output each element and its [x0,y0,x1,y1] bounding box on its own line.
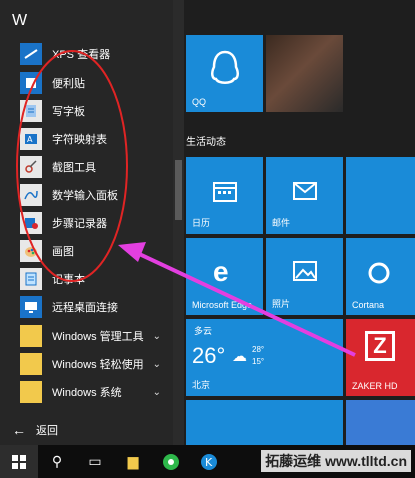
qq-tile[interactable]: QQ [186,35,263,112]
calendar-tile[interactable]: 日历 [186,157,263,234]
calendar-icon [213,182,237,202]
folder-label: Windows 系统 [52,387,122,399]
tile-label: 照片 [272,299,291,309]
scrollbar-thumb[interactable] [175,160,182,220]
app-list: W XPS 查看器 便利贴 写字板 A 字符映射表 截图工具 数学输入面板 步骤… [0,0,173,445]
tile-label: Cortana [352,300,385,310]
weather-low: 15° [252,357,265,366]
app-label: 截图工具 [52,162,96,174]
app-item-wordpad[interactable]: 写字板 [0,97,173,125]
app-label: 步骤记录器 [52,218,107,230]
folder-label: Windows 管理工具 [52,331,144,343]
tile-label: 日历 [192,218,211,228]
app-item-character-map[interactable]: A 字符映射表 [0,125,173,153]
notepad-icon [20,268,42,290]
svg-text:A: A [27,135,33,144]
sticky-notes-icon [20,72,42,94]
photo-tile[interactable] [266,35,343,112]
browser-icon [163,453,179,470]
app-list-scrollbar[interactable] [173,0,184,445]
app-item-steps-recorder[interactable]: 步骤记录器 [0,209,173,237]
start-button[interactable] [0,445,38,478]
folder-icon [20,353,42,375]
app-label: 写字板 [52,106,85,118]
search-button[interactable]: ⚲ [38,445,76,478]
folder-windows-admin-tools[interactable]: Windows 管理工具 ⌄ [0,322,173,350]
app-label: 记事本 [52,274,85,286]
task-view-button[interactable]: ▭ [76,445,114,478]
mail-tile[interactable]: 邮件 [266,157,343,234]
tiles-area: QQ 生活动态 日历 邮件 e Microsoft Edge 照片 Cortan… [184,0,415,445]
zaker-tile[interactable]: Z ZAKER HD [346,319,415,396]
weather-temp: 26° [192,343,226,368]
chevron-down-icon: ⌄ [152,330,161,342]
cloud-icon: ☁ [232,348,247,365]
section-title: 生活动态 [186,137,226,148]
browser-button[interactable] [152,445,190,478]
section-letter[interactable]: W [12,12,27,30]
weather-tile[interactable]: 多云 26° ☁ 28° 15° 北京 [186,319,343,396]
xps-viewer-icon [20,43,42,65]
snipping-tool-icon [20,156,42,178]
chevron-down-icon: ⌄ [152,386,161,398]
app-label: 远程桌面连接 [52,302,118,314]
photos-icon [293,261,317,281]
back-label: 返回 [36,425,58,437]
folder-windows-system[interactable]: Windows 系统 ⌄ [0,378,173,406]
folder-icon [20,325,42,347]
file-explorer-button[interactable]: ▆ [114,445,152,478]
task-view-icon: ▭ [88,453,102,469]
back-button[interactable]: ← 返回 [0,415,184,445]
app-label: 数学输入面板 [52,190,118,202]
tile-label: ZAKER HD [352,381,398,391]
edge-tile[interactable]: e Microsoft Edge [186,238,263,315]
folder-icon [20,381,42,403]
windows-logo-icon [12,454,26,469]
steps-recorder-icon [20,212,42,234]
app-item-xps-viewer[interactable]: XPS 查看器 [0,40,173,68]
back-arrow-icon: ← [12,422,26,438]
math-input-panel-icon [20,184,42,206]
app-item-notepad[interactable]: 记事本 [0,265,173,293]
app-label: XPS 查看器 [52,49,111,61]
app-item-snipping-tool[interactable]: 截图工具 [0,153,173,181]
folder-windows-ease-of-access[interactable]: Windows 轻松使用 ⌄ [0,350,173,378]
paint-icon [20,240,42,262]
app-label: 便利贴 [52,78,85,90]
app-label: 画图 [52,246,74,258]
mail-icon [293,182,317,200]
folder-label: Windows 轻松使用 [52,359,144,371]
photos-tile[interactable]: 照片 [266,238,343,315]
k-app-icon: K [201,453,217,470]
start-menu-screen: W XPS 查看器 便利贴 写字板 A 字符映射表 截图工具 数学输入面板 步骤… [0,0,415,478]
app-label: 字符映射表 [52,134,107,146]
zaker-logo-icon: Z [365,331,395,361]
tile-blank[interactable] [346,157,415,234]
chevron-down-icon: ⌄ [152,358,161,370]
cortana-tile[interactable]: Cortana [346,238,415,315]
tile-label: 邮件 [272,218,291,228]
app-item-math-input-panel[interactable]: 数学输入面板 [0,181,173,209]
store-tile[interactable] [186,400,343,445]
cortana-icon [368,262,390,284]
app-item-remote-desktop[interactable]: 远程桌面连接 [0,293,173,321]
edge-icon: e [213,256,229,287]
remote-desktop-icon [20,296,42,318]
app-item-paint[interactable]: 画图 [0,237,173,265]
qq-penguin-icon [211,50,239,84]
game-tile[interactable] [346,400,415,445]
weather-city: 北京 [192,380,211,390]
watermark: 拓藤运维 www.tlltd.cn [261,450,411,472]
character-map-icon: A [20,128,42,150]
tile-label: QQ [192,97,207,107]
wordpad-icon [20,100,42,122]
app-item-sticky-notes[interactable]: 便利贴 [0,69,173,97]
k-app-button[interactable]: K [190,445,228,478]
folder-icon: ▆ [127,453,139,469]
tile-label: Microsoft Edge [192,300,253,310]
search-icon: ⚲ [51,453,63,469]
weather-condition: 多云 [194,326,213,336]
weather-high: 28° [252,345,265,354]
svg-text:K: K [205,456,213,469]
